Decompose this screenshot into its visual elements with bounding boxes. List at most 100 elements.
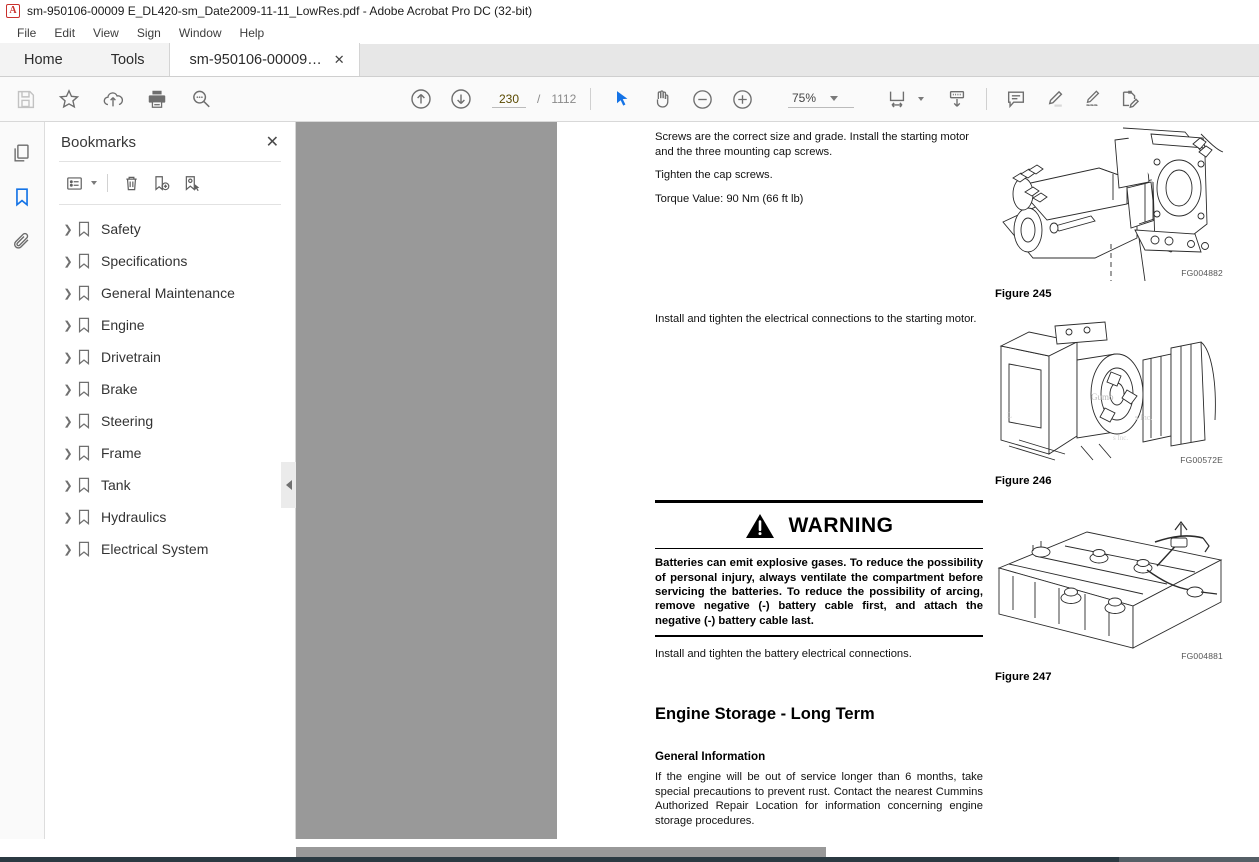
zoom-out-icon[interactable] [685,82,719,116]
figure-caption: Figure 245 [995,288,1052,300]
chevron-right-icon[interactable]: ❯ [59,255,77,268]
bookmark-item-tank[interactable]: ❯ Tank [45,469,295,501]
save-icon[interactable] [8,82,42,116]
page-thumbnails-icon[interactable] [7,138,37,168]
title-bar: A sm-950106-00009 E_DL420-sm_Date2009-11… [0,0,1259,22]
bookmarks-icon[interactable] [7,182,37,212]
warning-body: Batteries can emit explosive gases. To r… [655,557,983,627]
zoom-level-selector[interactable]: 75% [788,90,854,108]
close-icon[interactable]: ✕ [266,134,279,151]
bookmark-item-frame[interactable]: ❯ Frame [45,437,295,469]
bookmark-label: Frame [101,445,142,461]
bookmark-icon [77,509,101,525]
bookmark-label: Specifications [101,253,188,269]
cloud-upload-icon[interactable] [96,82,130,116]
page-separator: / [537,92,541,106]
panel-collapse-handle[interactable] [281,462,296,508]
bookmark-item-engine[interactable]: ❯ Engine [45,309,295,341]
pdf-text-column: Install and tighten the electrical conne… [655,312,983,336]
chevron-right-icon[interactable]: ❯ [59,223,77,236]
fill-and-sign-icon[interactable] [1113,82,1147,116]
svg-text:L: L [1007,411,1012,420]
attachments-icon[interactable] [7,226,37,256]
hand-tool-icon[interactable] [645,82,679,116]
pdf-paragraph: Install and tighten the electrical conne… [655,313,977,325]
sign-icon[interactable] [1075,82,1109,116]
menu-file[interactable]: File [8,24,45,42]
tab-document[interactable]: sm-950106-00009… ✕ [168,43,360,76]
bookmark-icon [77,285,101,301]
new-bookmark-icon[interactable] [148,170,174,196]
window-title: sm-950106-00009 E_DL420-sm_Date2009-11-1… [27,4,533,18]
bookmark-options-icon[interactable] [61,170,87,196]
chevron-right-icon[interactable]: ❯ [59,287,77,300]
bookmark-icon [77,445,101,461]
chevron-down-icon[interactable] [91,181,97,185]
chevron-right-icon[interactable]: ❯ [59,351,77,364]
chevron-right-icon[interactable]: ❯ [59,479,77,492]
svg-text:s Inc.: s Inc. [1135,413,1152,422]
bookmark-item-electrical-system[interactable]: ❯ Electrical System [45,533,295,565]
pdf-viewer[interactable]: Screws are the correct size and grade. I… [296,122,1259,839]
bookmark-item-drivetrain[interactable]: ❯ Drivetrain [45,341,295,373]
main-body: Bookmarks ✕ ❯ Safety ❯ Specifications ❯ … [0,122,1259,839]
section-heading: Engine Storage - Long Term [655,705,875,723]
menu-sign[interactable]: Sign [128,24,170,42]
bookmark-label: Steering [101,413,154,429]
taskbar-edge [0,857,1259,862]
scroll-mode-icon[interactable] [940,82,974,116]
chevron-right-icon[interactable]: ❯ [59,319,77,332]
figure-image: Gumo s Inc. L s Inc. FG00572E [995,320,1225,468]
goto-bookmark-icon[interactable] [178,170,204,196]
tab-home[interactable]: Home [0,43,87,76]
chevron-right-icon[interactable]: ❯ [59,383,77,396]
pdf-text-column: Install and tighten the battery electric… [655,647,983,671]
bookmark-icon [77,381,101,397]
main-toolbar: / 1112 [0,77,1259,122]
close-icon[interactable]: ✕ [334,52,345,68]
page-number-input[interactable] [492,90,526,108]
menu-window[interactable]: Window [170,24,231,42]
previous-page-icon[interactable] [404,82,438,116]
chevron-down-icon[interactable] [918,97,924,101]
menu-bar: File Edit View Sign Window Help [0,22,1259,44]
bookmark-item-general-maintenance[interactable]: ❯ General Maintenance [45,277,295,309]
bookmark-icon [77,477,101,493]
zoom-in-icon[interactable] [725,82,759,116]
figure-image: FG004881 [995,506,1225,664]
bookmark-label: Drivetrain [101,349,161,365]
menu-view[interactable]: View [84,24,128,42]
fit-width-icon[interactable] [880,82,914,116]
toolbar-divider [986,88,987,110]
menu-help[interactable]: Help [231,24,274,42]
bookmark-item-brake[interactable]: ❯ Brake [45,373,295,405]
search-icon[interactable] [184,82,218,116]
select-tool-icon[interactable] [605,82,639,116]
bookmark-icon [77,253,101,269]
bookmark-label: General Maintenance [101,285,235,301]
pdf-text-column: If the engine will be out of service lon… [655,770,983,837]
bookmark-item-safety[interactable]: ❯ Safety [45,213,295,245]
page-total: 1112 [551,92,577,106]
figure-caption: Figure 247 [995,671,1052,683]
print-icon[interactable] [140,82,174,116]
bookmark-item-steering[interactable]: ❯ Steering [45,405,295,437]
chevron-right-icon[interactable]: ❯ [59,447,77,460]
next-page-icon[interactable] [444,82,478,116]
chevron-down-icon [830,95,839,101]
highlight-icon[interactable] [1037,82,1071,116]
star-icon[interactable] [52,82,86,116]
bookmark-label: Hydraulics [101,509,167,525]
menu-edit[interactable]: Edit [45,24,84,42]
zoom-level-value: 75% [792,91,817,105]
svg-text:Gumo: Gumo [1091,392,1114,402]
comment-icon[interactable] [999,82,1033,116]
chevron-right-icon[interactable]: ❯ [59,511,77,524]
bookmark-item-hydraulics[interactable]: ❯ Hydraulics [45,501,295,533]
delete-bookmark-icon[interactable] [118,170,144,196]
bookmark-item-specifications[interactable]: ❯ Specifications [45,245,295,277]
chevron-right-icon[interactable]: ❯ [59,415,77,428]
chevron-right-icon[interactable]: ❯ [59,543,77,556]
tab-tools[interactable]: Tools [86,43,169,76]
pdf-text-column: Screws are the correct size and grade. I… [655,130,983,215]
